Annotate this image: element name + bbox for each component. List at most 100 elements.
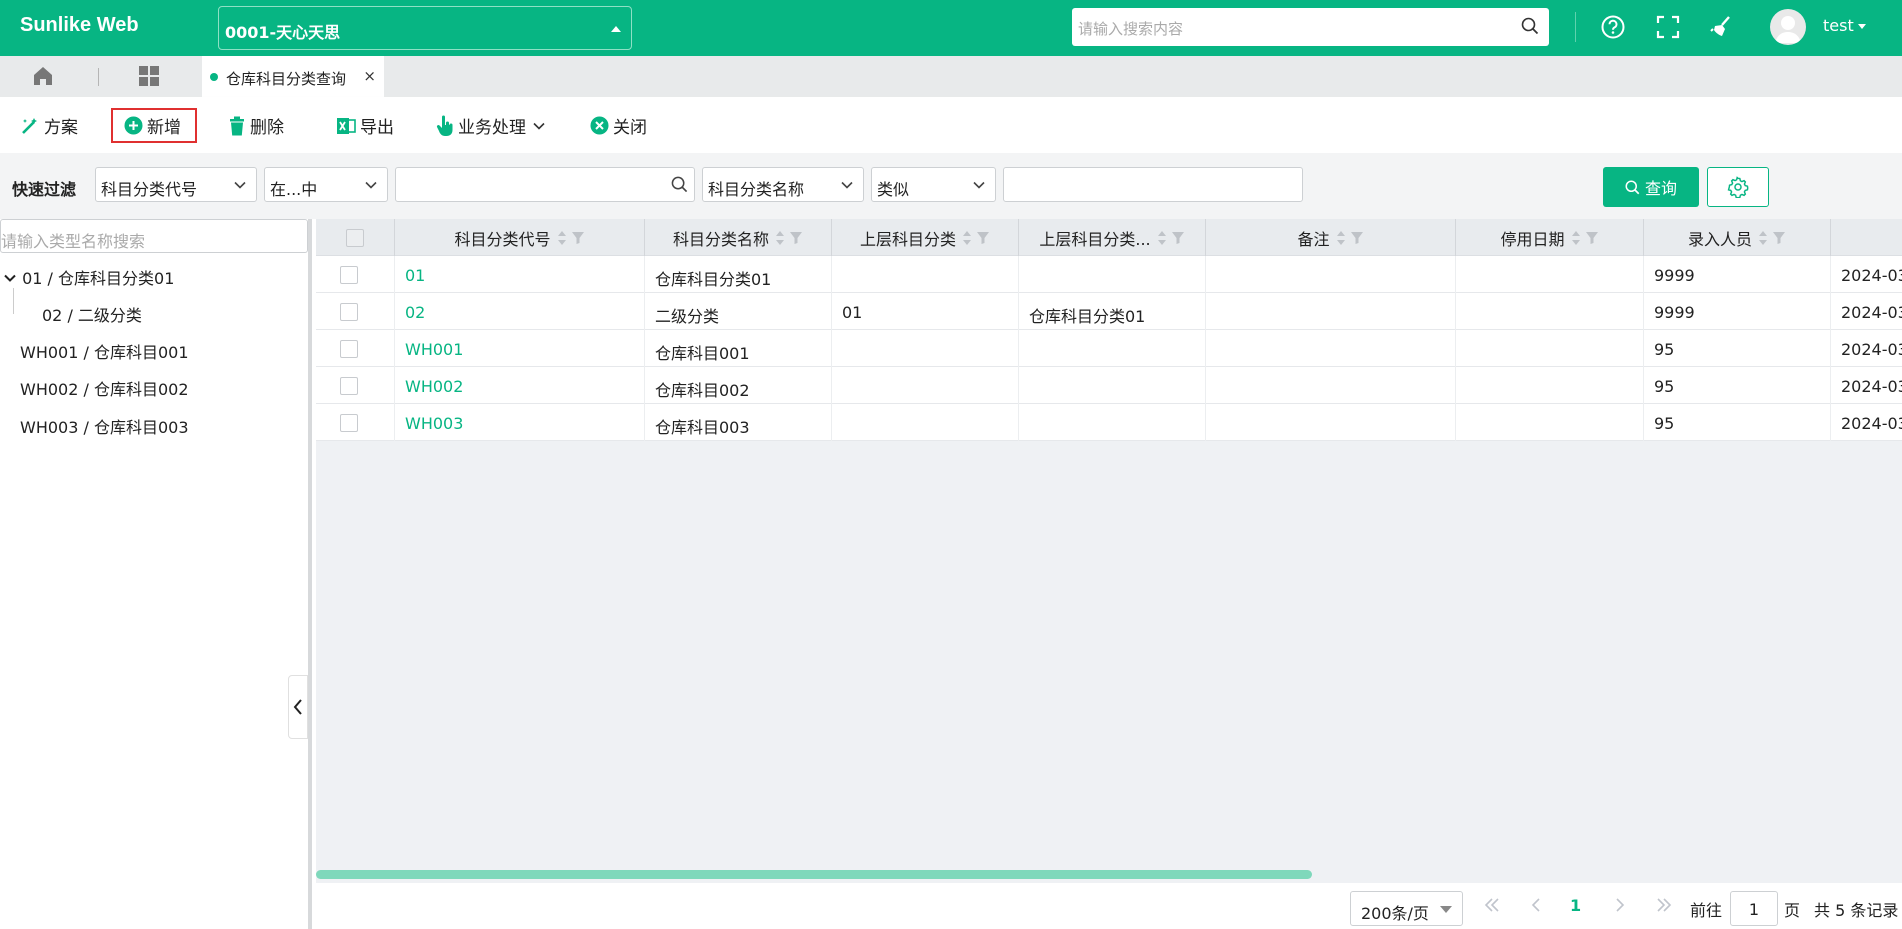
avatar[interactable] bbox=[1770, 9, 1806, 45]
header-cell[interactable]: 录 bbox=[1831, 219, 1902, 256]
cell-code[interactable]: 02 bbox=[395, 293, 645, 330]
table-row[interactable]: 01 仓库科目分类01 9999 2024-03 bbox=[316, 256, 1902, 293]
search-icon[interactable] bbox=[671, 176, 688, 193]
last-page-icon[interactable] bbox=[1654, 895, 1674, 915]
business-menu-button[interactable]: 业务处理 bbox=[436, 113, 550, 138]
sort-icon[interactable] bbox=[1571, 230, 1581, 246]
export-label: 导出 bbox=[360, 118, 394, 138]
table-row[interactable]: WH002 仓库科目002 95 2024-03 bbox=[316, 367, 1902, 404]
current-page[interactable]: 1 bbox=[1570, 896, 1581, 915]
collapse-panel-button[interactable] bbox=[288, 675, 308, 739]
filter-operator-select-1[interactable]: 在...中 bbox=[264, 167, 388, 202]
header-cell[interactable]: 科目分类名称 bbox=[645, 219, 832, 256]
header-select-all[interactable] bbox=[316, 219, 395, 256]
hand-pointer-icon bbox=[436, 115, 453, 136]
first-page-icon[interactable] bbox=[1482, 895, 1502, 915]
page-size-select[interactable]: 200条/页 bbox=[1350, 891, 1463, 926]
tab-warehouse-category-query[interactable]: 仓库科目分类查询 × bbox=[202, 56, 384, 97]
query-button[interactable]: 查询 bbox=[1603, 167, 1699, 207]
tree-item-label: WH003 / 仓库科目003 bbox=[20, 418, 189, 437]
tree-item[interactable]: 01 / 仓库科目分类01 bbox=[3, 265, 174, 289]
filter-icon[interactable] bbox=[1585, 231, 1599, 245]
plan-button[interactable]: 方案 bbox=[20, 113, 78, 138]
tree-item-label: 02 / 二级分类 bbox=[42, 306, 142, 325]
filter-settings-button[interactable] bbox=[1707, 167, 1769, 207]
tree-item[interactable]: WH003 / 仓库科目003 bbox=[20, 414, 189, 438]
tree-item[interactable]: WH002 / 仓库科目002 bbox=[20, 376, 189, 400]
row-checkbox[interactable] bbox=[340, 303, 358, 321]
filter-icon[interactable] bbox=[1350, 231, 1364, 245]
cell-creator: 95 bbox=[1644, 367, 1831, 404]
filter-icon[interactable] bbox=[789, 231, 803, 245]
header-cell[interactable]: 停用日期 bbox=[1456, 219, 1644, 256]
row-checkbox[interactable] bbox=[340, 340, 358, 358]
filter-operator-select-2[interactable]: 类似 bbox=[871, 167, 996, 202]
next-page-icon[interactable] bbox=[1610, 895, 1630, 915]
header-cell[interactable]: 上层科目分类... bbox=[1019, 219, 1206, 256]
cell-date: 2024-03 bbox=[1841, 266, 1902, 285]
pagination: 200条/页 1 前往 1 页 共 5 条记录 bbox=[316, 883, 1902, 929]
username-label: test bbox=[1823, 16, 1854, 35]
cell-creator: 9999 bbox=[1644, 293, 1831, 330]
cell-code[interactable]: 01 bbox=[395, 256, 645, 293]
horizontal-scrollbar[interactable] bbox=[316, 870, 1312, 879]
search-icon[interactable] bbox=[1521, 17, 1539, 35]
sort-icon[interactable] bbox=[1758, 230, 1768, 246]
table-row[interactable]: WH003 仓库科目003 95 2024-03 bbox=[316, 404, 1902, 441]
header-cell[interactable]: 录入人员 bbox=[1644, 219, 1831, 256]
filter-field-select-2[interactable]: 科目分类名称 bbox=[702, 167, 864, 202]
sort-icon[interactable] bbox=[557, 230, 567, 246]
table-row[interactable]: 02 二级分类 01 仓库科目分类01 9999 2024-03 bbox=[316, 293, 1902, 330]
broom-icon[interactable] bbox=[1707, 12, 1737, 42]
chevron-down-icon bbox=[365, 181, 377, 189]
filter-icon[interactable] bbox=[976, 231, 990, 245]
filter-value-input-2[interactable] bbox=[1003, 167, 1303, 202]
help-icon[interactable] bbox=[1598, 12, 1628, 42]
tree-item[interactable]: 02 / 二级分类 bbox=[42, 302, 142, 326]
row-checkbox[interactable] bbox=[340, 266, 358, 284]
row-checkbox[interactable] bbox=[340, 377, 358, 395]
header-cell[interactable]: 上层科目分类 bbox=[832, 219, 1019, 256]
filter-icon[interactable] bbox=[1171, 231, 1185, 245]
filter-value-input-1[interactable] bbox=[395, 167, 695, 202]
cell-date: 2024-03 bbox=[1841, 340, 1902, 359]
filter-field-select-1[interactable]: 科目分类代号 bbox=[95, 167, 257, 202]
apps-grid-icon[interactable] bbox=[138, 65, 160, 87]
export-button[interactable]: 导出 bbox=[336, 113, 394, 138]
filter-icon[interactable] bbox=[571, 231, 585, 245]
cell-code[interactable]: WH003 bbox=[395, 404, 645, 441]
prev-page-icon[interactable] bbox=[1526, 895, 1546, 915]
cell-code[interactable]: WH002 bbox=[395, 367, 645, 404]
header-label: 录入人员 bbox=[1687, 229, 1752, 249]
add-button[interactable]: 新增 bbox=[124, 113, 181, 138]
sort-icon[interactable] bbox=[1336, 230, 1346, 246]
select-all-checkbox[interactable] bbox=[346, 228, 364, 247]
cell-date: 2024-03 bbox=[1841, 414, 1902, 433]
excel-icon bbox=[337, 117, 356, 134]
cell-parent-name bbox=[1019, 367, 1206, 404]
sort-icon[interactable] bbox=[1157, 230, 1167, 246]
header-cell[interactable]: 科目分类代号 bbox=[395, 219, 645, 256]
cell-remark bbox=[1206, 256, 1456, 293]
sort-icon[interactable] bbox=[962, 230, 972, 246]
global-search-input[interactable]: 请输入搜索内容 bbox=[1072, 8, 1549, 46]
user-menu[interactable]: test bbox=[1823, 16, 1866, 35]
cell-code[interactable]: WH001 bbox=[395, 330, 645, 367]
org-select[interactable]: 0001-天心天思 bbox=[218, 6, 632, 50]
close-tab-icon[interactable]: × bbox=[363, 67, 376, 85]
header-cell[interactable]: 备注 bbox=[1206, 219, 1456, 256]
delete-button[interactable]: 删除 bbox=[228, 113, 284, 138]
home-icon[interactable] bbox=[32, 65, 54, 87]
fullscreen-icon[interactable] bbox=[1653, 12, 1683, 42]
header-label: 上层科目分类 bbox=[859, 229, 956, 249]
close-button[interactable]: 关闭 bbox=[590, 113, 647, 138]
table-row[interactable]: WH001 仓库科目001 95 2024-03 bbox=[316, 330, 1902, 367]
goto-page-input[interactable]: 1 bbox=[1730, 891, 1778, 926]
plus-circle-icon bbox=[124, 116, 143, 135]
filter-icon[interactable] bbox=[1772, 231, 1786, 245]
chevron-down-icon[interactable] bbox=[3, 271, 17, 285]
row-checkbox[interactable] bbox=[340, 414, 358, 432]
tree-item[interactable]: WH001 / 仓库科目001 bbox=[20, 339, 189, 363]
tree-search-input[interactable]: 请输入类型名称搜索 bbox=[0, 219, 308, 253]
sort-icon[interactable] bbox=[775, 230, 785, 246]
